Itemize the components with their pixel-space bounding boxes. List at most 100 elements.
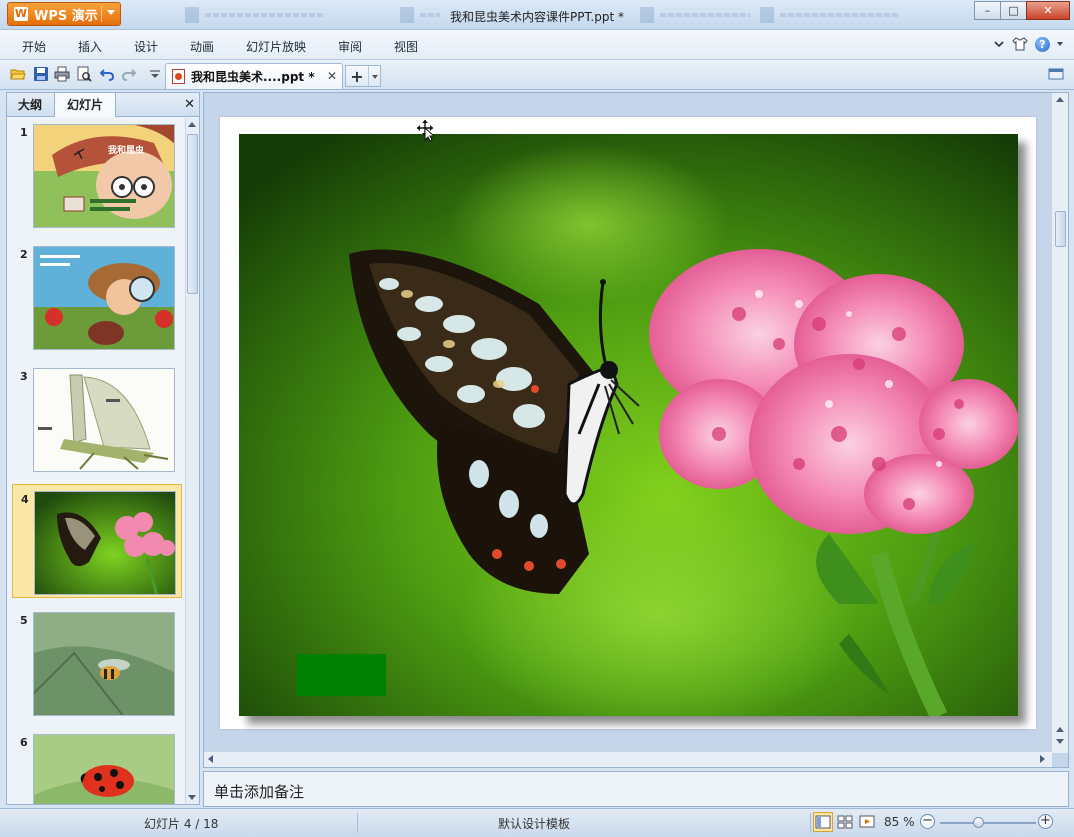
slide-number: 5	[20, 614, 28, 627]
slide-sorter-icon	[837, 815, 853, 829]
slide-thumbnail[interactable]: 2	[12, 240, 182, 354]
editor-vertical-scrollbar[interactable]	[1051, 93, 1068, 753]
slide-number: 1	[20, 126, 28, 139]
scroll-up-icon[interactable]	[188, 122, 196, 127]
chevron-down-icon[interactable]	[993, 38, 1005, 50]
slide-preview	[33, 612, 175, 716]
notes-pane[interactable]: 单击添加备注	[203, 771, 1069, 807]
status-bar: 幻灯片 4 / 18 默认设计模板 85 % − +	[0, 808, 1074, 837]
zoom-out-button[interactable]: −	[920, 814, 935, 829]
tab-outline[interactable]: 大纲	[7, 93, 53, 117]
minimize-button[interactable]: –	[974, 1, 1001, 20]
document-tab[interactable]: 我和昆虫美术....ppt * ✕	[165, 63, 343, 89]
open-folder-icon[interactable]	[10, 66, 26, 82]
quick-access-toolbar: 我和昆虫美术....ppt * ✕ +	[0, 60, 1074, 90]
notes-placeholder[interactable]: 单击添加备注	[214, 781, 304, 802]
slide-sorter-button[interactable]	[835, 812, 855, 832]
chevron-down-icon[interactable]	[368, 66, 380, 86]
menu-home[interactable]: 开始	[22, 38, 46, 55]
shirt-skin-icon[interactable]	[1011, 36, 1029, 52]
slide-thumbnail[interactable]: 5	[12, 606, 182, 720]
panel-tabs: 大纲 幻灯片 ✕	[7, 93, 199, 117]
zoom-slider[interactable]	[940, 817, 1036, 828]
slide-number: 3	[20, 370, 28, 383]
slide-thumbnail[interactable]: 1 我和昆虫	[12, 118, 182, 232]
butterfly-on-flower-image	[239, 134, 1018, 716]
scroll-left-icon[interactable]	[208, 755, 213, 763]
maximize-button[interactable]: □	[1000, 1, 1027, 20]
background-window-tab	[760, 7, 900, 23]
scroll-up-icon[interactable]	[1056, 97, 1064, 102]
restore-panel-icon[interactable]	[1048, 66, 1064, 82]
slideshow-icon	[859, 815, 875, 828]
slide-number: 4	[21, 493, 29, 506]
help-dropdown-icon[interactable]	[1056, 40, 1064, 48]
normal-view-icon	[815, 815, 831, 829]
title-bar: W WPS 演示 我和昆虫美术内容课件PPT.ppt * – □ ✕	[0, 0, 1074, 30]
slide-thumbnail-selected[interactable]: 4	[12, 484, 182, 598]
slide-preview: 我和昆虫	[33, 124, 175, 228]
menu-slideshow[interactable]: 幻灯片放映	[246, 38, 306, 55]
slide-thumbnail[interactable]: 6	[12, 728, 182, 804]
chevron-down-icon	[107, 10, 115, 15]
move-cursor-icon	[417, 120, 434, 141]
slide-thumbnail[interactable]: 3	[12, 362, 182, 476]
slide-indicator: 幻灯片 4 / 18	[144, 817, 219, 831]
slide-number: 6	[20, 736, 28, 749]
print-preview-icon[interactable]	[76, 66, 92, 82]
close-tab-icon[interactable]: ✕	[327, 69, 337, 83]
editor-horizontal-scrollbar[interactable]	[204, 751, 1052, 767]
background-window-tab	[400, 7, 440, 23]
slideshow-button[interactable]	[857, 812, 877, 832]
normal-view-button[interactable]	[813, 812, 833, 832]
scroll-right-icon[interactable]	[1040, 755, 1045, 763]
slide-preview	[33, 368, 175, 472]
save-icon[interactable]	[33, 66, 49, 82]
wps-logo-icon: W	[14, 7, 28, 21]
background-window-tab	[185, 7, 325, 23]
slide-title-text: 我和昆虫	[108, 144, 144, 156]
slides-panel: 大纲 幻灯片 ✕ 1 我和昆虫 2 3 4 5 6	[6, 92, 200, 805]
zoom-in-button[interactable]: +	[1038, 814, 1053, 829]
undo-icon[interactable]	[99, 66, 115, 82]
menu-insert[interactable]: 插入	[78, 38, 102, 55]
previous-slide-icon[interactable]	[1056, 727, 1064, 732]
menu-view[interactable]: 视图	[394, 38, 418, 55]
menu-review[interactable]: 审阅	[338, 38, 362, 55]
menu-animation[interactable]: 动画	[190, 38, 214, 55]
menu-bar: 开始 插入 设计 动画 幻灯片放映 审阅 视图 ?	[0, 30, 1074, 60]
background-window-tab	[640, 7, 750, 23]
current-slide[interactable]	[220, 117, 1036, 729]
butterfly-photo[interactable]	[239, 134, 1018, 716]
redo-icon[interactable]	[121, 66, 137, 82]
plus-icon[interactable]: +	[346, 67, 368, 86]
slide-number: 2	[20, 248, 28, 261]
slide-preview	[33, 734, 175, 804]
green-rectangle-shape[interactable]	[297, 654, 386, 696]
tab-slides[interactable]: 幻灯片	[54, 93, 116, 117]
help-icon[interactable]: ?	[1035, 36, 1050, 52]
ppt-file-icon	[172, 69, 185, 84]
zoom-percentage[interactable]: 85 %	[884, 815, 915, 829]
zoom-slider-knob[interactable]	[973, 817, 985, 828]
scroll-down-icon[interactable]	[188, 795, 196, 800]
scrollbar-thumb[interactable]	[1055, 211, 1066, 247]
wps-app-menu-button[interactable]: W WPS 演示	[7, 2, 121, 26]
slide-preview	[33, 246, 175, 350]
next-slide-icon[interactable]	[1056, 739, 1064, 744]
design-template-name[interactable]: 默认设计模板	[498, 815, 570, 832]
wps-app-label: WPS 演示	[34, 8, 98, 24]
thumbnail-scrollbar[interactable]	[185, 118, 199, 804]
customize-dropdown-icon[interactable]	[147, 66, 163, 82]
window-title: 我和昆虫美术内容课件PPT.ppt *	[450, 10, 624, 24]
document-tab-label: 我和昆虫美术....ppt *	[191, 70, 315, 84]
close-window-button[interactable]: ✕	[1026, 1, 1070, 20]
scrollbar-thumb[interactable]	[187, 134, 198, 294]
print-icon[interactable]	[54, 66, 70, 82]
close-panel-icon[interactable]: ✕	[184, 97, 195, 112]
window-controls: – □ ✕	[974, 1, 1070, 20]
slide-editor	[203, 92, 1069, 768]
menu-design[interactable]: 设计	[134, 38, 158, 55]
new-document-button[interactable]: +	[345, 65, 381, 87]
slide-thumbnail-list: 1 我和昆虫 2 3 4 5 6	[7, 118, 185, 804]
